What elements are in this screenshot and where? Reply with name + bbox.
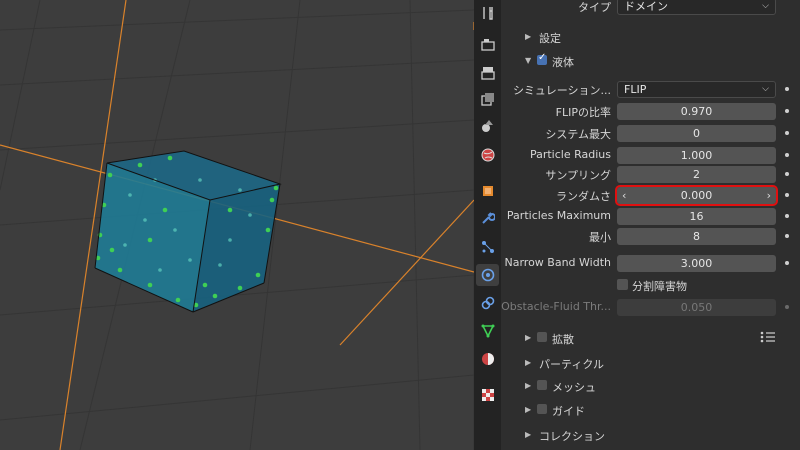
fractional-obstacles-row: 分割障害物 xyxy=(501,275,800,296)
system-max-row: システム最大 0 xyxy=(501,123,800,144)
list-options-icon[interactable] xyxy=(760,330,776,347)
particle-radius-field[interactable]: 1.000 xyxy=(617,147,776,164)
collapsed-triangle-icon: ▶ xyxy=(525,333,532,342)
expanded-triangle-icon: ▼ xyxy=(525,56,532,65)
keyframe-dot[interactable] xyxy=(785,172,789,176)
sim-method-row: シミュレーション... FLIP ⌵ xyxy=(501,79,800,100)
properties-tab-bar xyxy=(474,0,501,450)
keyframe-dot[interactable] xyxy=(785,234,789,238)
obstacle-threshold-label: Obstacle-Fluid Thr... xyxy=(501,300,611,313)
keyframe-dot[interactable] xyxy=(785,109,789,113)
render-icon[interactable] xyxy=(476,34,499,56)
collapsed-triangle-icon: ▶ xyxy=(525,430,532,439)
panel-guide[interactable]: ▶ ガイド xyxy=(501,399,800,422)
panel-particles[interactable]: ▶ パーティクル xyxy=(501,352,800,375)
panel-mesh[interactable]: ▶ メッシュ xyxy=(501,375,800,398)
keyframe-dot[interactable] xyxy=(785,87,789,91)
panel-liquid-label: 液体 xyxy=(552,56,574,69)
physics-icon[interactable] xyxy=(476,264,499,286)
scene-icon[interactable] xyxy=(476,115,499,137)
panel-guide-label: ガイド xyxy=(552,405,585,418)
system-max-field[interactable]: 0 xyxy=(617,125,776,142)
randomness-label: ランダムさ xyxy=(556,190,611,203)
panel-settings[interactable]: ▶ 設定 xyxy=(501,26,800,49)
diffusion-checkbox[interactable] xyxy=(537,332,547,342)
guide-checkbox[interactable] xyxy=(537,404,547,414)
collapsed-triangle-icon: ▶ xyxy=(525,32,532,41)
obstacle-threshold-field[interactable]: 0.050 xyxy=(617,299,776,316)
flip-ratio-row: FLIPの比率 0.970 xyxy=(501,101,800,122)
collapsed-triangle-icon: ▶ xyxy=(525,381,532,390)
texture-icon[interactable] xyxy=(476,384,499,406)
keyframe-dot[interactable] xyxy=(785,305,789,309)
panel-collection[interactable]: ▶ コレクション xyxy=(501,424,800,447)
3d-viewport[interactable] xyxy=(0,0,474,450)
minimum-label: 最小 xyxy=(589,231,611,244)
sampling-label: サンプリング xyxy=(545,169,611,182)
keyframe-dot[interactable] xyxy=(785,131,789,135)
constraints-icon[interactable] xyxy=(476,292,499,314)
view-layer-icon[interactable] xyxy=(476,88,499,110)
randomness-row: ランダムさ ‹ 0.000 › xyxy=(501,185,800,206)
sim-method-value: FLIP xyxy=(624,83,647,96)
increment-arrow-icon[interactable]: › xyxy=(767,187,771,204)
type-row: タイプ ドメイン ⌵ xyxy=(501,0,800,17)
panel-particles-label: パーティクル xyxy=(539,358,605,371)
keyframe-dot[interactable] xyxy=(785,193,789,197)
keyframe-dot[interactable] xyxy=(785,261,789,265)
sampling-row: サンプリング 2 xyxy=(501,164,800,185)
mesh-checkbox[interactable] xyxy=(537,380,547,390)
narrow-band-label: Narrow Band Width xyxy=(504,256,612,269)
system-max-label: システム最大 xyxy=(545,128,611,141)
randomness-value: 0.000 xyxy=(680,189,713,202)
sim-method-select[interactable]: FLIP ⌵ xyxy=(617,81,776,98)
liquid-checkbox[interactable] xyxy=(537,52,547,65)
narrow-band-row: Narrow Band Width 3.000 xyxy=(501,253,800,274)
collapsed-triangle-icon: ▶ xyxy=(525,405,532,414)
panel-settings-label: 設定 xyxy=(539,32,561,45)
object-icon[interactable] xyxy=(476,180,499,202)
collapsed-triangle-icon: ▶ xyxy=(525,358,532,367)
flip-ratio-label: FLIPの比率 xyxy=(555,106,611,119)
panel-diffusion-label: 拡散 xyxy=(552,333,574,346)
particles-maximum-field[interactable]: 16 xyxy=(617,208,776,225)
type-label: タイプ xyxy=(578,1,611,14)
keyframe-dot[interactable] xyxy=(785,214,789,218)
world-icon[interactable] xyxy=(476,144,499,166)
viewport-canvas xyxy=(0,0,474,450)
decrement-arrow-icon[interactable]: ‹ xyxy=(622,187,626,204)
particles-icon[interactable] xyxy=(476,236,499,258)
obstacle-threshold-row: Obstacle-Fluid Thr... 0.050 xyxy=(501,297,800,318)
flip-ratio-field[interactable]: 0.970 xyxy=(617,103,776,120)
keyframe-dot[interactable] xyxy=(785,153,789,157)
panel-diffusion[interactable]: ▶ 拡散 xyxy=(501,327,800,350)
narrow-band-field[interactable]: 3.000 xyxy=(617,255,776,272)
sim-method-label: シミュレーション... xyxy=(512,84,611,97)
minimum-field[interactable]: 8 xyxy=(617,228,776,245)
output-icon[interactable] xyxy=(476,62,499,84)
panel-collection-label: コレクション xyxy=(539,430,605,443)
chevron-down-icon: ⌵ xyxy=(762,84,769,94)
type-value: ドメイン xyxy=(624,0,668,13)
minimum-row: 最小 8 xyxy=(501,226,800,247)
properties-panel: タイプ ドメイン ⌵ ▶ 設定 ▼ 液体 シミュレーション... FLIP ⌵ … xyxy=(501,0,800,450)
data-icon[interactable] xyxy=(476,320,499,342)
randomness-field[interactable]: ‹ 0.000 › xyxy=(615,185,778,206)
particle-radius-label: Particle Radius xyxy=(529,148,611,161)
chevron-down-icon: ⌵ xyxy=(762,1,769,11)
fractional-obstacles-checkbox[interactable] xyxy=(617,279,628,290)
material-icon[interactable] xyxy=(476,348,499,370)
panel-liquid[interactable]: ▼ 液体 xyxy=(501,50,800,73)
tool-icon[interactable] xyxy=(476,2,499,24)
panel-mesh-label: メッシュ xyxy=(552,381,596,394)
particles-maximum-label: Particles Maximum xyxy=(506,209,611,222)
particle-radius-row: Particle Radius 1.000 xyxy=(501,145,800,166)
fractional-obstacles-label: 分割障害物 xyxy=(632,280,687,293)
type-select[interactable]: ドメイン ⌵ xyxy=(617,0,776,15)
sampling-field[interactable]: 2 xyxy=(617,166,776,183)
modifier-icon[interactable] xyxy=(476,207,499,229)
particles-maximum-row: Particles Maximum 16 xyxy=(501,206,800,227)
